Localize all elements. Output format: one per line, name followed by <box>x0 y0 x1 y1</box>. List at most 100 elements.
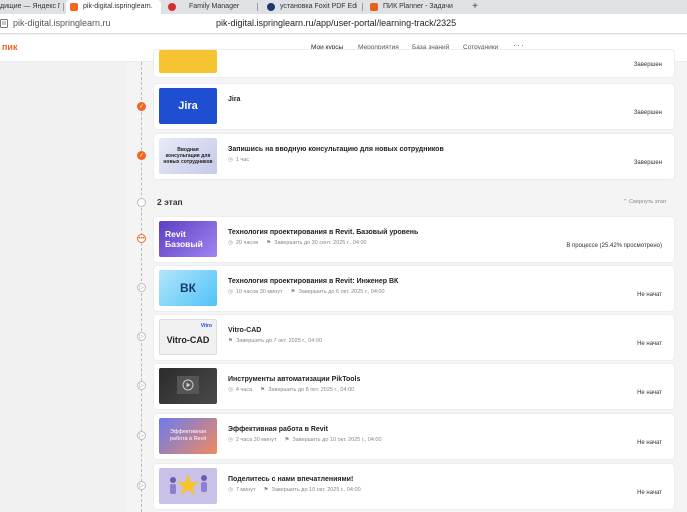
left-rail <box>0 62 127 512</box>
step-not-started-icon: ▷ <box>137 431 146 440</box>
course-card-revit-effective[interactable]: Эффективная работа в Revit Эффективная р… <box>154 414 674 459</box>
step-in-progress-icon: ••• <box>137 234 146 243</box>
thumb-label: Revit Базовый <box>165 229 203 249</box>
browser-tab-foxit[interactable]: установка Foxit PDF Edit <box>267 0 357 14</box>
course-deadline: Завершить до 10 окт. 2025 г., 04:00 <box>292 437 382 443</box>
address-bar[interactable]: pik-digital.ispringlearn.ru pik-digital.… <box>0 14 687 34</box>
course-thumbnail: Jira <box>159 88 217 124</box>
course-duration: 7 минут <box>235 487 256 493</box>
course-thumbnail: Vitro Vitro-CAD <box>159 319 217 355</box>
course-title[interactable]: Запишись на вводную консультацию для нов… <box>228 146 444 153</box>
stage-title: 2 этап <box>157 197 183 207</box>
course-deadline: Завершить до 30 сент. 2025 г., 04:00 <box>274 240 367 246</box>
foxit-favicon-icon <box>267 3 275 11</box>
course-title[interactable]: Технология проектирования в Revit. Базов… <box>228 229 418 236</box>
course-title[interactable]: Эффективная работа в Revit <box>228 426 328 433</box>
course-status: Не начат <box>637 341 662 347</box>
stage-marker-icon <box>137 198 146 207</box>
video-play-icon <box>177 376 199 394</box>
course-card-feedback[interactable]: Поделитесь с нами впечатлениями! ◷ 7 мин… <box>154 464 674 509</box>
flag-icon: ⚑ <box>290 289 296 295</box>
thumb-label: Vitro-CAD <box>166 335 210 345</box>
course-meta: ◷ 7 минут ⚑ Завершить до 10 окт. 2025 г.… <box>228 487 361 493</box>
collapse-stage-button[interactable]: ⌃ Свернуть этап <box>623 199 666 205</box>
course-thumbnail: Revit Базовый <box>159 221 217 257</box>
pik-planner-favicon-icon <box>370 3 378 11</box>
clock-icon: ◷ <box>228 437 233 443</box>
ispring-favicon-icon <box>70 3 78 11</box>
browser-tab-strip: дищие — Яндекс П pik-digital.ispringlear… <box>0 0 687 14</box>
more-menu-icon[interactable]: ··· <box>513 40 525 50</box>
course-card-consultation[interactable]: Вводная консультация для новых сотрудник… <box>154 134 674 179</box>
thumb-label: Jira <box>178 100 198 112</box>
course-title[interactable]: Инструменты автоматизации PikTools <box>228 376 360 383</box>
tab-label: установка Foxit PDF Edit <box>280 3 357 10</box>
course-card-revit-vk[interactable]: ВК Технология проектирования в Revit: Ин… <box>154 266 674 311</box>
course-status: Не начат <box>637 490 662 496</box>
browser-tab-family-manager[interactable]: Family Manager <box>168 0 250 14</box>
course-meta: ◷ 10 часов 30 минут ⚑ Завершить до 6 окт… <box>228 289 385 295</box>
tab-separator <box>362 3 363 11</box>
tab-label: ПИК Planner - Задачи <box>383 3 453 10</box>
course-card-piktools[interactable]: Инструменты автоматизации PikTools ◷ 4 ч… <box>154 364 674 409</box>
family-manager-favicon-icon <box>168 3 176 11</box>
course-duration: 10 часов 30 минут <box>235 289 283 295</box>
course-title[interactable]: Vitro-CAD <box>228 327 261 334</box>
course-card-revit-basic[interactable]: Revit Базовый Технология проектирования … <box>154 217 674 262</box>
course-deadline: Завершить до 10 окт. 2025 г., 04:00 <box>271 487 361 493</box>
flag-icon: ⚑ <box>260 387 266 393</box>
course-meta: ⚑ Завершить до 7 окт. 2025 г., 04:00 <box>228 338 322 344</box>
star-illustration-icon <box>170 474 207 495</box>
flag-icon: ⚑ <box>263 487 269 493</box>
course-status: Завершен <box>633 160 662 166</box>
course-deadline: Завершить до 8 окт. 2025 г., 04:00 <box>268 387 355 393</box>
address-url[interactable]: pik-digital.ispringlearn.ru/app/user-por… <box>216 18 456 28</box>
flag-icon: ⚑ <box>284 437 290 443</box>
tab-label: Family Manager <box>189 3 240 10</box>
browser-tab-yandex[interactable]: дищие — Яндекс П <box>0 0 60 14</box>
course-title[interactable]: Поделитесь с нами впечатлениями! <box>228 476 353 483</box>
browser-tab-pik-planner[interactable]: ПИК Planner - Задачи <box>370 0 462 14</box>
thumb-label: Эффективная работа в Revit <box>169 429 207 442</box>
tab-separator <box>63 3 64 11</box>
tab-label: дищие — Яндекс П <box>0 3 60 10</box>
course-deadline: Завершить до 6 окт. 2025 г., 04:00 <box>298 289 385 295</box>
clock-icon: ◷ <box>228 487 233 493</box>
course-card-vitro-cad[interactable]: Vitro Vitro-CAD Vitro-CAD ⚑ Завершить до… <box>154 315 674 360</box>
course-status: Не начат <box>637 390 662 396</box>
new-tab-button[interactable]: + <box>469 0 481 14</box>
thumb-label: Вводная консультация для новых сотрудник… <box>163 147 213 165</box>
course-status: Завершен <box>633 62 662 68</box>
course-thumbnail <box>159 468 217 504</box>
course-status: Завершен <box>633 110 662 116</box>
course-thumbnail: ВК <box>159 270 217 306</box>
clock-icon: ◷ <box>228 240 233 246</box>
step-completed-icon: ✓ <box>137 151 146 160</box>
step-not-started-icon: ▷ <box>137 381 146 390</box>
course-meta: ◷ 20 часов ⚑ Завершить до 30 сент. 2025 … <box>228 240 367 246</box>
course-thumbnail: Вводная консультация для новых сотрудник… <box>159 138 217 174</box>
course-thumbnail: Эффективная работа в Revit <box>159 418 217 454</box>
clock-icon: ◷ <box>228 289 233 295</box>
course-meta: ◷ 2 часа 30 минут ⚑ Завершить до 10 окт.… <box>228 437 382 443</box>
browser-tab-ispring[interactable]: pik-digital.ispringlearn. ✕ <box>66 0 161 14</box>
pik-logo[interactable]: пик <box>2 42 17 52</box>
course-card-jira[interactable]: Jira Jira Завершен <box>154 84 674 129</box>
step-not-started-icon: ▷ <box>137 283 146 292</box>
vitro-logo: Vitro <box>200 323 212 329</box>
course-title[interactable]: Технология проектирования в Revit: Инжен… <box>228 278 398 285</box>
flag-icon: ⚑ <box>266 240 272 246</box>
course-deadline: Завершить до 7 окт. 2025 г., 04:00 <box>235 338 323 344</box>
course-card[interactable]: Завершен <box>154 50 674 77</box>
tab-separator <box>257 3 258 11</box>
site-info-icon[interactable] <box>0 19 8 28</box>
thumb-label: ВК <box>180 281 196 295</box>
course-meta: ◷ 1 час <box>228 157 249 163</box>
clock-icon: ◷ <box>228 157 233 163</box>
course-duration: 1 час <box>235 157 250 163</box>
step-not-started-icon: ▷ <box>137 481 146 490</box>
course-meta: ◷ 4 часа ⚑ Завершить до 8 окт. 2025 г., … <box>228 387 354 393</box>
course-title[interactable]: Jira <box>228 96 240 103</box>
course-duration: 4 часа <box>235 387 253 393</box>
course-thumbnail <box>159 368 217 404</box>
